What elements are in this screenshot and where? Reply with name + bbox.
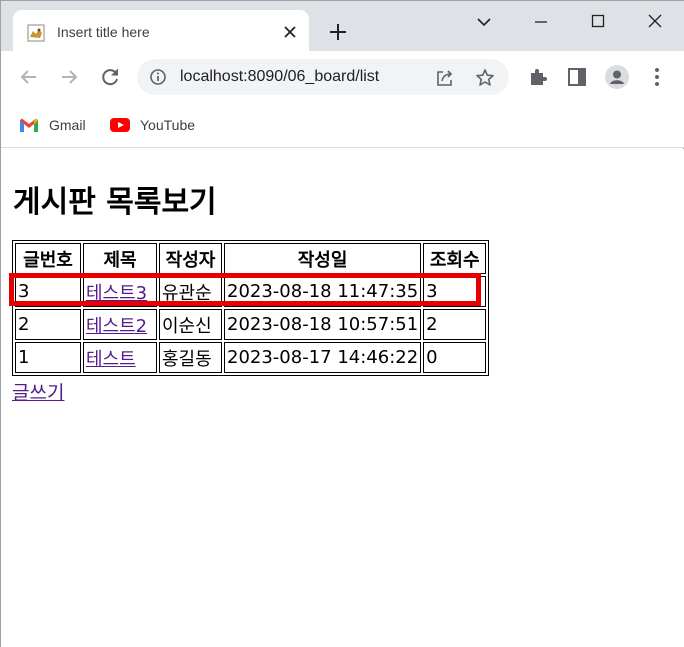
cell-views: 2	[423, 309, 487, 340]
minimize-icon[interactable]	[528, 9, 554, 35]
post-link[interactable]: 테스트3	[86, 283, 147, 304]
cell-views: 3	[423, 276, 487, 307]
cell-subject: 테스트	[83, 342, 157, 373]
tab-search-chevron-icon[interactable]	[471, 9, 497, 35]
header-subject: 제목	[83, 243, 157, 274]
window-close-icon[interactable]	[642, 9, 668, 35]
post-link[interactable]: 테스트2	[86, 316, 147, 337]
bookmark-gmail[interactable]: Gmail	[19, 115, 86, 135]
cell-number: 1	[15, 342, 81, 373]
page-title: 게시판 목록보기	[13, 185, 217, 220]
tab-title: Insert title here	[57, 24, 150, 40]
tomcat-favicon-icon	[27, 24, 45, 42]
site-info-icon[interactable]	[149, 68, 167, 86]
write-post-link[interactable]: 글쓰기	[12, 378, 64, 405]
cell-number: 2	[15, 309, 81, 340]
youtube-icon	[110, 118, 130, 132]
gmail-icon	[20, 118, 38, 132]
profile-avatar-icon[interactable]	[605, 65, 629, 89]
header-number: 글번호	[15, 243, 81, 274]
bookmark-label: Gmail	[49, 117, 86, 133]
new-tab-plus-icon[interactable]	[327, 21, 349, 43]
tab-close-icon[interactable]	[281, 23, 299, 41]
maximize-icon[interactable]	[585, 9, 611, 35]
board-table: 글번호 제목 작성자 작성일 조회수 3 테스트3 유관순 2023-08-18…	[12, 240, 490, 376]
cell-writer: 이순신	[159, 309, 222, 340]
cell-date: 2023-08-17 14:46:22	[224, 342, 422, 373]
cell-date: 2023-08-18 10:57:51	[224, 309, 422, 340]
cell-subject: 테스트3	[83, 276, 157, 307]
cell-writer: 홍길동	[159, 342, 222, 373]
browser-tab[interactable]: Insert title here	[13, 10, 309, 51]
bookmark-youtube[interactable]: YouTube	[109, 115, 195, 135]
cell-writer: 유관순	[159, 276, 222, 307]
table-row: 3 테스트3 유관순 2023-08-18 11:47:35 3	[15, 276, 487, 307]
bookmark-star-icon[interactable]	[475, 68, 495, 88]
cell-date: 2023-08-18 11:47:35	[224, 276, 422, 307]
side-panel-icon[interactable]	[565, 65, 589, 89]
bookmark-label: YouTube	[140, 117, 196, 133]
table-row: 1 테스트 홍길동 2023-08-17 14:46:22 0	[15, 342, 487, 373]
cell-views: 0	[423, 342, 487, 373]
extensions-puzzle-icon[interactable]	[526, 65, 550, 89]
page-content: 게시판 목록보기 글번호 제목 작성자 작성일 조회수 3 테스트3 유관순 2…	[1, 149, 684, 647]
address-bar[interactable]: localhost:8090/06_board/list	[137, 59, 509, 95]
address-url[interactable]: localhost:8090/06_board/list	[180, 68, 379, 86]
share-icon[interactable]	[435, 68, 455, 88]
header-views: 조회수	[423, 243, 487, 274]
header-writer: 작성자	[159, 243, 222, 274]
menu-kebab-icon[interactable]	[645, 65, 669, 89]
reload-icon[interactable]	[98, 65, 122, 89]
tab-strip: Insert title here	[1, 1, 684, 51]
browser-toolbar: localhost:8090/06_board/list	[1, 51, 684, 103]
forward-arrow-icon[interactable]	[57, 65, 81, 89]
post-link[interactable]: 테스트	[86, 349, 136, 370]
bookmarks-bar: Gmail YouTube	[1, 103, 684, 148]
back-arrow-icon[interactable]	[17, 65, 41, 89]
header-date: 작성일	[224, 243, 422, 274]
table-header-row: 글번호 제목 작성자 작성일 조회수	[15, 243, 487, 274]
cell-subject: 테스트2	[83, 309, 157, 340]
cell-number: 3	[15, 276, 81, 307]
table-row: 2 테스트2 이순신 2023-08-18 10:57:51 2	[15, 309, 487, 340]
